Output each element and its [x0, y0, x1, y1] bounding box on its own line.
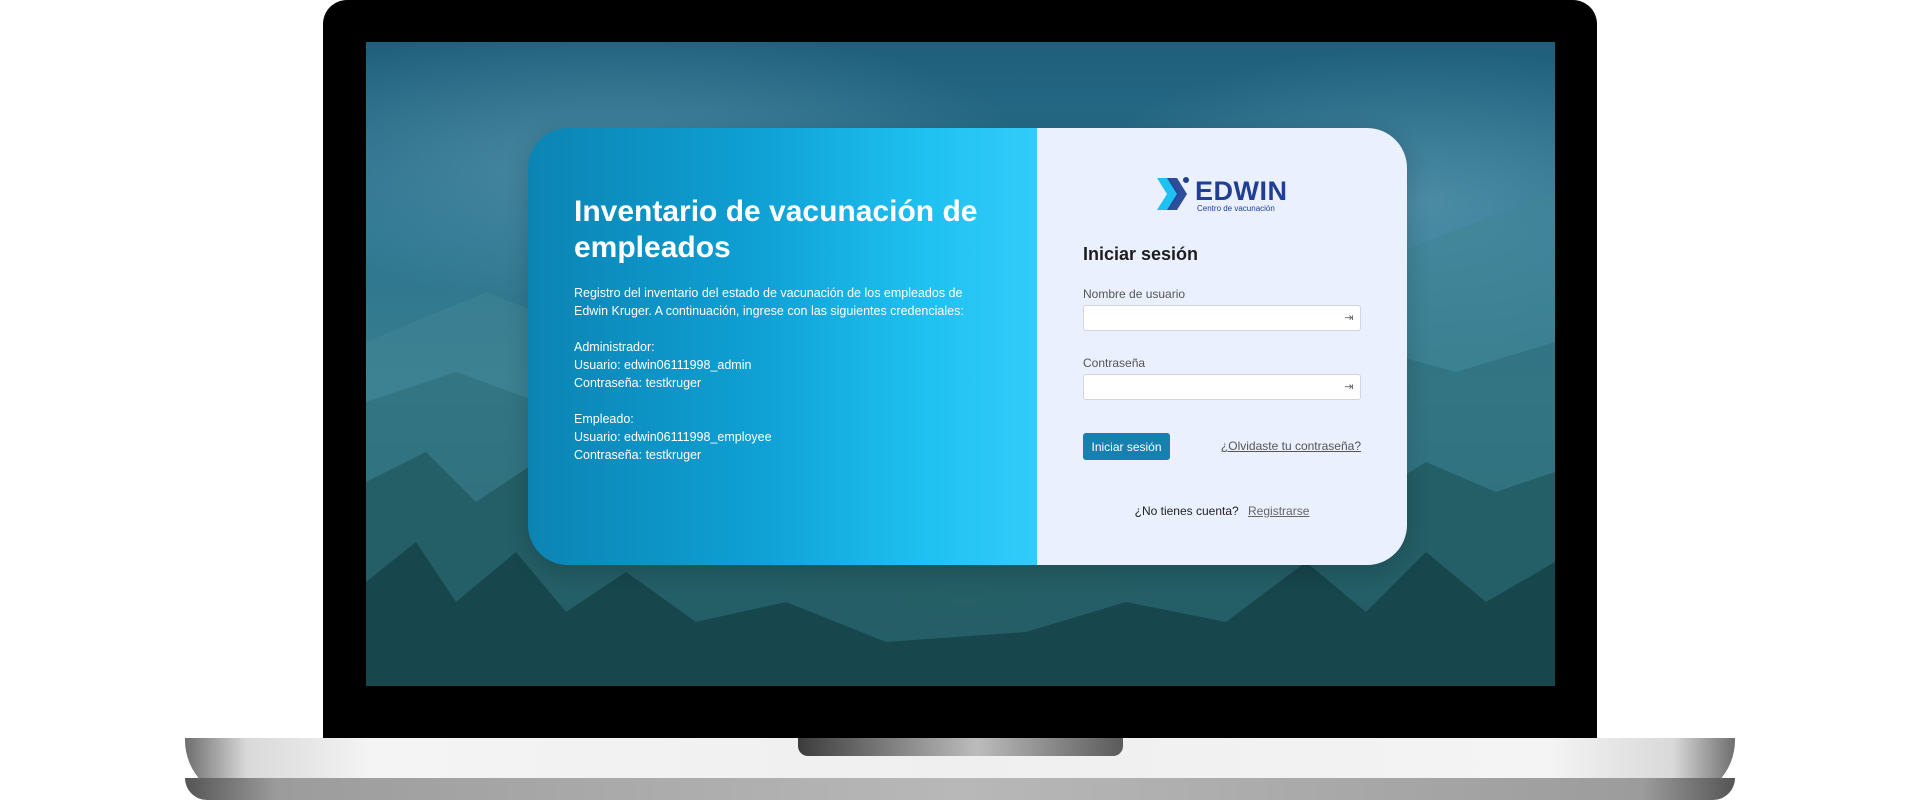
- admin-credentials: Administrador: Usuario: edwin06111998_ad…: [574, 338, 994, 392]
- logo-mark-icon: [1157, 177, 1189, 210]
- login-card: Inventario de vacunación de empleados Re…: [528, 128, 1407, 565]
- login-enter-icon: ⇥: [1344, 381, 1354, 393]
- login-enter-icon: ⇥: [1344, 312, 1354, 324]
- username-label: Nombre de usuario: [1083, 287, 1186, 301]
- employee-password: Contraseña: testkruger: [574, 448, 702, 462]
- employee-user: Usuario: edwin06111998_employee: [574, 430, 772, 444]
- forgot-password-link[interactable]: ¿Olvidaste tu contraseña?: [1221, 439, 1361, 453]
- admin-user: Usuario: edwin06111998_admin: [574, 358, 752, 372]
- hero-description: Registro del inventario del estado de va…: [574, 286, 964, 318]
- laptop-base-edge: [185, 778, 1735, 800]
- login-panel: EDWIN Centro de vacunación Iniciar sesió…: [1037, 128, 1407, 565]
- password-field-wrapper: ⇥: [1083, 374, 1361, 400]
- logo-subtitle: Centro de vacunación: [1197, 204, 1275, 213]
- password-input[interactable]: [1090, 376, 1334, 400]
- admin-heading: Administrador:: [574, 340, 655, 354]
- admin-password: Contraseña: testkruger: [574, 376, 702, 390]
- password-label: Contraseña: [1083, 356, 1146, 370]
- logo-name: EDWIN: [1195, 176, 1288, 206]
- no-account-text: ¿No tienes cuenta?: [1134, 504, 1239, 518]
- laptop-hinge-notch: [798, 738, 1123, 756]
- signup-row: ¿No tienes cuenta? Registrarse: [1037, 504, 1407, 518]
- username-field-wrapper: ⇥: [1083, 305, 1361, 331]
- employee-heading: Empleado:: [574, 412, 634, 426]
- page-title: Inventario de vacunación de empleados: [574, 195, 978, 264]
- login-button[interactable]: Iniciar sesión: [1083, 433, 1170, 460]
- login-title: Iniciar sesión: [1083, 244, 1199, 264]
- screen: Inventario de vacunación de empleados Re…: [366, 42, 1555, 686]
- employee-credentials: Empleado: Usuario: edwin06111998_employe…: [574, 410, 994, 464]
- register-link[interactable]: Registrarse: [1248, 504, 1309, 518]
- hero-panel: Inventario de vacunación de empleados Re…: [528, 128, 1037, 565]
- username-input[interactable]: [1090, 307, 1334, 331]
- edwin-logo: EDWIN Centro de vacunación: [1153, 174, 1293, 214]
